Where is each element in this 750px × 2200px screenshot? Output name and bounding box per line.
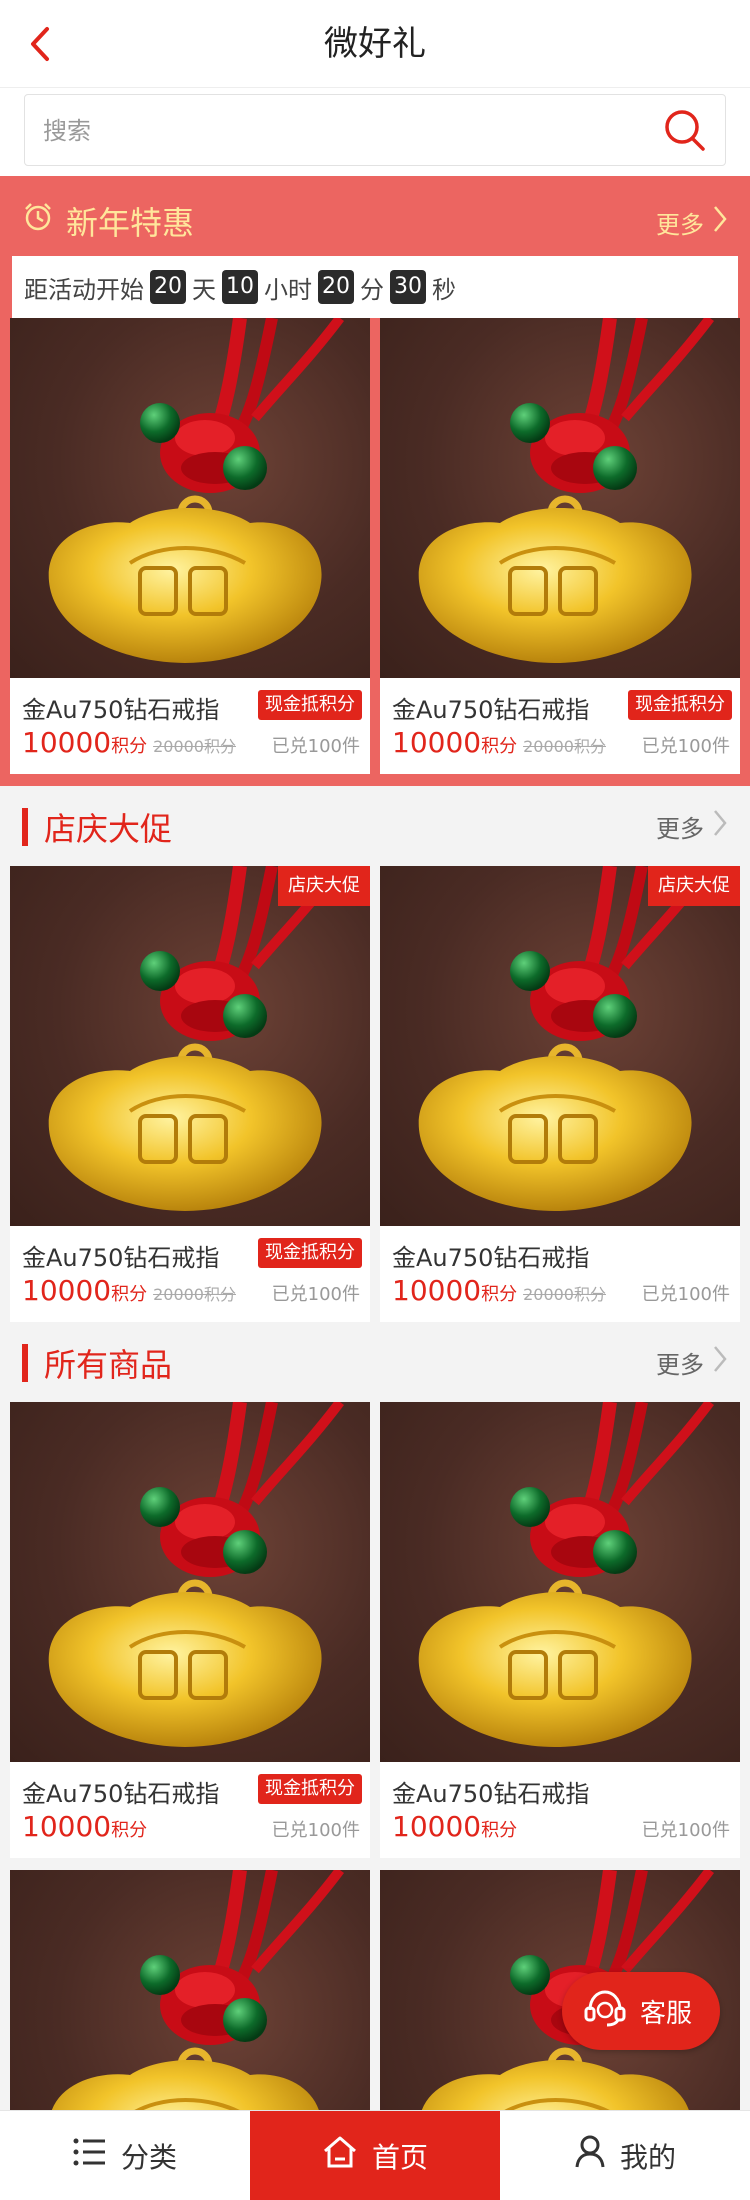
section-title: 所有商品 xyxy=(44,1346,173,1384)
section-more-link[interactable]: 更多 xyxy=(656,1344,728,1380)
tab-home[interactable]: 首页 xyxy=(250,2111,500,2200)
product-price: 10000积分 20000积分 xyxy=(22,1274,236,1307)
cash-points-tag: 现金抵积分 xyxy=(258,690,362,720)
product-card[interactable]: 金Au750钻石戒指 现金抵积分 10000积分 20000积分 已兑100件 xyxy=(10,318,370,774)
product-card[interactable] xyxy=(10,1870,370,2110)
countdown-bar: 距活动开始 20 天 10 小时 20 分 30 秒 xyxy=(12,256,738,318)
chevron-right-icon xyxy=(712,808,728,844)
cash-points-tag: 现金抵积分 xyxy=(628,690,732,720)
product-card[interactable]: 金Au750钻石戒指 现金抵积分 10000积分 20000积分 已兑100件 xyxy=(380,318,740,774)
product-price: 10000积分 xyxy=(392,1810,518,1843)
list-icon xyxy=(73,2137,107,2174)
promo-more-label: 更多 xyxy=(656,210,704,239)
search-area: 搜索 xyxy=(0,88,750,176)
product-name: 金Au750钻石戒指 xyxy=(22,696,220,724)
headset-icon xyxy=(582,1988,628,2035)
section-header-all-products: 所有商品 更多 xyxy=(0,1322,750,1402)
sold-count: 已兑100件 xyxy=(641,736,730,757)
section-accent-bar xyxy=(22,1344,28,1382)
product-image xyxy=(380,318,740,678)
product-price: 10000积分 20000积分 xyxy=(392,1274,606,1307)
original-price: 20000积分 xyxy=(153,737,236,756)
promo-title-text: 新年特惠 xyxy=(66,204,195,242)
countdown-prefix: 距活动开始 xyxy=(24,275,144,304)
user-icon xyxy=(574,2135,606,2176)
sold-count: 已兑100件 xyxy=(271,736,360,757)
countdown-minutes-unit: 分 xyxy=(360,275,384,304)
alarm-clock-icon xyxy=(22,201,54,241)
section-more-link[interactable]: 更多 xyxy=(656,808,728,844)
countdown-minutes: 20 xyxy=(318,270,354,304)
countdown-hours-unit: 小时 xyxy=(264,275,312,304)
tab-mine[interactable]: 我的 xyxy=(500,2111,750,2200)
promo-title: 新年特惠 xyxy=(22,200,194,242)
tab-label: 分类 xyxy=(120,2140,177,2174)
original-price: 20000积分 xyxy=(523,737,606,756)
search-icon[interactable] xyxy=(663,107,707,155)
section-header-anniversary: 店庆大促 更多 xyxy=(0,786,750,866)
customer-service-label: 客服 xyxy=(640,1998,693,2029)
promo-more-link[interactable]: 更多 xyxy=(656,202,728,242)
product-price: 10000积分 20000积分 xyxy=(22,726,236,759)
product-price: 10000积分 xyxy=(22,1810,148,1843)
product-name: 金Au750钻石戒指 xyxy=(392,1244,590,1272)
product-image xyxy=(10,318,370,678)
search-input[interactable]: 搜索 xyxy=(24,94,726,166)
product-card[interactable]: 金Au750钻石戒指 10000积分 已兑100件 xyxy=(380,1402,740,1858)
page-title: 微好礼 xyxy=(324,24,426,64)
section-accent-bar xyxy=(22,808,28,846)
product-image xyxy=(10,866,370,1226)
product-image xyxy=(10,1870,370,2110)
home-icon xyxy=(322,2135,358,2176)
product-name: 金Au750钻石戒指 xyxy=(22,1780,220,1808)
product-card[interactable]: 店庆大促 金Au750钻石戒指 10000积分 20000积分 已兑100件 xyxy=(380,866,740,1322)
bottom-tab-bar: 分类 首页 我的 xyxy=(0,2110,750,2200)
customer-service-button[interactable]: 客服 xyxy=(562,1972,720,2050)
tab-label: 我的 xyxy=(619,2140,676,2174)
product-price: 10000积分 20000积分 xyxy=(392,726,606,759)
countdown-days-unit: 天 xyxy=(192,275,216,304)
countdown-days: 20 xyxy=(150,270,186,304)
product-image xyxy=(10,1402,370,1762)
sold-count: 已兑100件 xyxy=(271,1284,360,1305)
product-name: 金Au750钻石戒指 xyxy=(392,696,590,724)
product-name: 金Au750钻石戒指 xyxy=(392,1780,590,1808)
chevron-right-icon xyxy=(712,1344,728,1380)
search-placeholder: 搜索 xyxy=(43,117,91,145)
product-card[interactable]: 店庆大促 金Au750钻石戒指 现金抵积分 10000积分 20000积分 已兑1… xyxy=(10,866,370,1322)
cash-points-tag: 现金抵积分 xyxy=(258,1238,362,1268)
new-year-promo-section: 新年特惠 更多 距活动开始 20 天 10 小时 20 分 30 秒 金Au75… xyxy=(0,176,750,786)
countdown-hours: 10 xyxy=(222,270,258,304)
sold-count: 已兑100件 xyxy=(641,1284,730,1305)
countdown-seconds-unit: 秒 xyxy=(432,275,456,304)
product-image xyxy=(380,1402,740,1762)
chevron-right-icon xyxy=(712,204,728,240)
corner-badge: 店庆大促 xyxy=(278,866,370,906)
sold-count: 已兑100件 xyxy=(641,1820,730,1841)
section-title: 店庆大促 xyxy=(44,810,173,848)
product-card[interactable]: 金Au750钻石戒指 现金抵积分 10000积分 已兑100件 xyxy=(10,1402,370,1858)
sold-count: 已兑100件 xyxy=(271,1820,360,1841)
product-image xyxy=(380,866,740,1226)
tab-category[interactable]: 分类 xyxy=(0,2111,250,2200)
original-price: 20000积分 xyxy=(523,1285,606,1304)
product-name: 金Au750钻石戒指 xyxy=(22,1244,220,1272)
countdown-seconds: 30 xyxy=(390,270,426,304)
corner-badge: 店庆大促 xyxy=(648,866,740,906)
original-price: 20000积分 xyxy=(153,1285,236,1304)
header: 微好礼 xyxy=(0,0,750,88)
tab-label: 首页 xyxy=(371,2140,428,2174)
cash-points-tag: 现金抵积分 xyxy=(258,1774,362,1804)
